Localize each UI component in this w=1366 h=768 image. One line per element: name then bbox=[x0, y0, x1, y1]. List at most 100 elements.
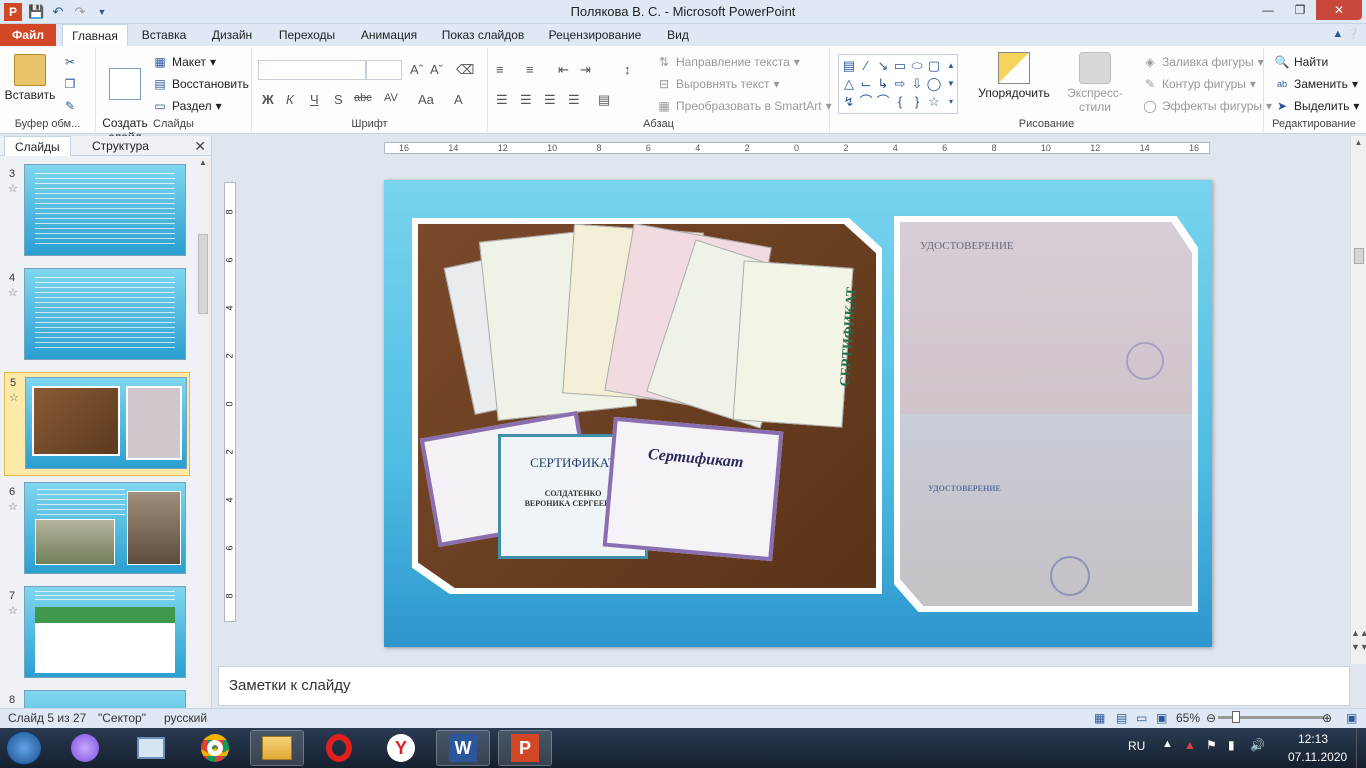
grow-font-icon[interactable]: Aˆ bbox=[410, 62, 423, 77]
increase-indent-icon[interactable]: ⇥ bbox=[580, 62, 591, 78]
scroll-thumb[interactable] bbox=[198, 234, 208, 314]
opera-icon[interactable] bbox=[312, 730, 366, 766]
clock-time[interactable]: 12:13 bbox=[1298, 732, 1328, 746]
italic-button[interactable]: К bbox=[286, 92, 294, 107]
right-arrow-shape-icon[interactable]: ⇨ bbox=[892, 75, 908, 93]
slides-panel-scrollbar[interactable]: ▲ bbox=[195, 158, 211, 708]
scroll-thumb[interactable] bbox=[1354, 248, 1364, 264]
bold-button[interactable]: Ж bbox=[262, 92, 274, 107]
down-arrow-shape-icon[interactable]: ⇩ bbox=[909, 75, 925, 93]
flag-icon[interactable]: ⚑ bbox=[1206, 738, 1217, 752]
replace-button[interactable]: ab Заменить ▾ bbox=[1274, 76, 1358, 92]
tab-review[interactable]: Рецензирование bbox=[540, 24, 650, 46]
underline-button[interactable]: Ч bbox=[310, 92, 319, 107]
shapes-gallery[interactable]: ▤ ∕ ↘ ▭ ⬭ ▢ ▲ △ ⌙ ↳ ⇨ ⇩ ◯ ▼ ↯ ⌒ ⌒ { } ☆ … bbox=[838, 54, 958, 114]
volume-icon[interactable]: 🔊 bbox=[1250, 738, 1265, 752]
smartart-button[interactable]: ▦ Преобразовать в SmartArt ▾ bbox=[656, 98, 831, 114]
font-color-button[interactable]: A bbox=[454, 92, 463, 107]
arrange-button[interactable]: Упорядочить bbox=[976, 52, 1052, 100]
shrink-font-icon[interactable]: Aˇ bbox=[430, 62, 443, 77]
char-spacing-button[interactable]: AV bbox=[384, 92, 398, 104]
tab-file[interactable]: Файл bbox=[0, 24, 56, 46]
reset-button[interactable]: ▤ Восстановить bbox=[152, 76, 249, 92]
start-button[interactable] bbox=[6, 731, 42, 765]
cut-icon[interactable]: ✂ bbox=[62, 54, 78, 70]
scroll-up-icon[interactable]: ▲ bbox=[1351, 138, 1366, 147]
word-icon[interactable]: W bbox=[436, 730, 490, 766]
tab-animation[interactable]: Анимация bbox=[352, 24, 426, 46]
shapes-scroll-up-icon[interactable]: ▲ bbox=[943, 57, 959, 75]
zoom-slider[interactable] bbox=[1218, 711, 1324, 723]
right-brace-shape-icon[interactable]: } bbox=[909, 93, 925, 111]
oval-shape-icon[interactable]: ⬭ bbox=[909, 57, 925, 75]
minimize-button[interactable]: — bbox=[1252, 0, 1284, 20]
zoom-percent[interactable]: 65% bbox=[1176, 711, 1200, 725]
tab-view[interactable]: Вид bbox=[660, 24, 696, 46]
slide-thumbnail-5[interactable]: 5 ☆ bbox=[4, 372, 190, 476]
font-size-combo[interactable] bbox=[366, 60, 402, 80]
fit-to-window-icon[interactable]: ▣ bbox=[1346, 711, 1357, 725]
file-explorer-icon[interactable] bbox=[250, 730, 304, 766]
reading-view-icon[interactable]: ▭ bbox=[1136, 711, 1147, 725]
justify-icon[interactable]: ☰ bbox=[568, 92, 580, 108]
rectangle-shape-icon[interactable]: ▭ bbox=[892, 57, 908, 75]
elbow-arrow-icon[interactable]: ↳ bbox=[875, 75, 891, 93]
shape-outline-button[interactable]: ✎ Контур фигуры ▾ bbox=[1142, 76, 1256, 92]
line-spacing-icon[interactable]: ↕ bbox=[624, 62, 631, 77]
diploma-photo[interactable]: УДОСТОВЕРЕНИЕ УДОСТОВЕРЕНИЕ bbox=[894, 216, 1198, 612]
align-left-icon[interactable]: ☰ bbox=[496, 92, 508, 108]
computer-icon[interactable] bbox=[124, 730, 178, 766]
tab-home[interactable]: Главная bbox=[62, 24, 128, 46]
select-button[interactable]: ➤ Выделить ▾ bbox=[1274, 98, 1359, 114]
help-icon[interactable]: ▲ ❔ bbox=[1332, 27, 1360, 40]
close-panel-icon[interactable]: ✕ bbox=[194, 138, 206, 155]
format-painter-icon[interactable]: ✎ bbox=[62, 98, 78, 114]
bullets-icon[interactable]: ≡ bbox=[496, 62, 504, 77]
slide-thumbnail-7[interactable]: 7 ☆ bbox=[0, 586, 196, 690]
scroll-up-icon[interactable]: ▲ bbox=[195, 158, 211, 167]
curve-shape-icon[interactable]: ⌒ bbox=[858, 93, 874, 111]
zoom-slider-knob[interactable] bbox=[1232, 711, 1240, 723]
certificates-photo[interactable]: СЕРТИФИКАТ СЕРТИФИКАТ СОЛДАТЕНКО ВЕРОНИК… bbox=[412, 218, 882, 594]
callout-shape-icon[interactable]: ◯ bbox=[926, 75, 942, 93]
current-slide[interactable]: СЕРТИФИКАТ СЕРТИФИКАТ СОЛДАТЕНКО ВЕРОНИК… bbox=[384, 180, 1212, 647]
arrow-line-shape-icon[interactable]: ↘ bbox=[875, 57, 891, 75]
scribble-shape-icon[interactable]: ↯ bbox=[841, 93, 857, 111]
powerpoint-taskbar-icon[interactable]: P bbox=[498, 730, 552, 766]
font-family-combo[interactable] bbox=[258, 60, 366, 80]
show-hidden-icons-icon[interactable]: ▲ bbox=[1162, 738, 1173, 750]
network-icon[interactable]: ▲ bbox=[1184, 738, 1196, 752]
align-center-icon[interactable]: ☰ bbox=[520, 92, 532, 108]
zoom-out-icon[interactable]: ⊖ bbox=[1206, 711, 1216, 725]
tab-outline[interactable]: Структура bbox=[82, 136, 159, 156]
previous-slide-icon[interactable]: ▲▲ bbox=[1351, 628, 1366, 638]
layout-button[interactable]: ▦ Макет ▾ bbox=[152, 54, 216, 70]
text-direction-button[interactable]: ⇅ Направление текста ▾ bbox=[656, 54, 800, 70]
align-text-button[interactable]: ⊟ Выровнять текст ▾ bbox=[656, 76, 780, 92]
quick-styles-button[interactable]: Экспресс-стили bbox=[1052, 52, 1138, 114]
normal-view-icon[interactable]: ▦ bbox=[1094, 711, 1105, 725]
next-slide-icon[interactable]: ▼▼ bbox=[1351, 642, 1366, 652]
textbox-shape-icon[interactable]: ▤ bbox=[841, 57, 857, 75]
elbow-connector-icon[interactable]: ⌙ bbox=[858, 75, 874, 93]
section-button[interactable]: ▭ Раздел ▾ bbox=[152, 98, 221, 114]
align-right-icon[interactable]: ☰ bbox=[544, 92, 556, 108]
tab-slide-show[interactable]: Показ слайдов bbox=[436, 24, 530, 46]
notes-pane[interactable]: Заметки к слайду bbox=[218, 666, 1350, 706]
shape-fill-button[interactable]: ◈ Заливка фигуры ▾ bbox=[1142, 54, 1263, 70]
numbering-icon[interactable]: ≡ bbox=[526, 62, 534, 77]
shapes-more-icon[interactable]: ▾ bbox=[943, 93, 959, 111]
battery-icon[interactable]: ▮ bbox=[1228, 738, 1235, 752]
language-indicator-tray[interactable]: RU bbox=[1128, 739, 1145, 753]
star-shape-icon[interactable]: ☆ bbox=[926, 93, 942, 111]
maximize-button[interactable]: ❐ bbox=[1284, 0, 1316, 20]
shadow-button[interactable]: S bbox=[334, 92, 343, 107]
slide-thumbnail-8[interactable]: 8 bbox=[0, 690, 196, 710]
close-button[interactable]: ✕ bbox=[1316, 0, 1362, 20]
language-indicator[interactable]: русский bbox=[164, 711, 207, 725]
clear-formatting-icon[interactable]: ⌫ bbox=[456, 62, 474, 78]
paste-button[interactable]: Вставить bbox=[4, 54, 56, 102]
slide-thumbnail-4[interactable]: 4 ☆ bbox=[0, 268, 196, 372]
columns-icon[interactable]: ▤ bbox=[598, 92, 610, 108]
chrome-icon[interactable] bbox=[188, 730, 242, 766]
